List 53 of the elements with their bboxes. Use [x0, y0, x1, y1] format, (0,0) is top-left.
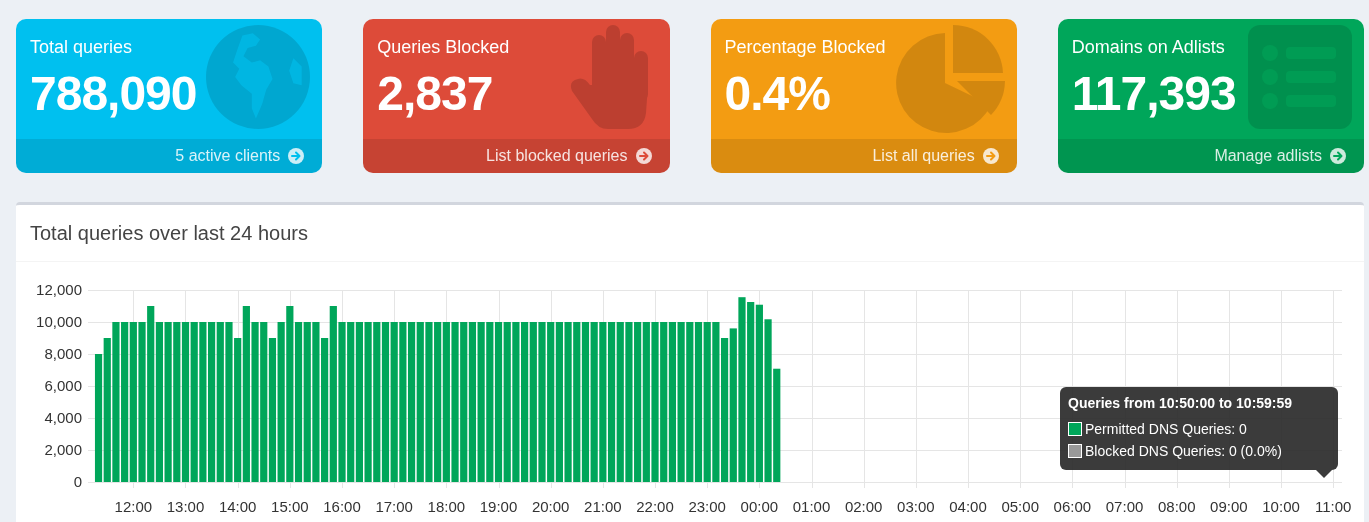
- pie-chart-icon: [894, 25, 1005, 135]
- card-value: 2,837: [377, 66, 493, 122]
- x-axis-label: 23:00: [688, 498, 726, 515]
- x-axis-label: 11:00: [1315, 498, 1352, 515]
- x-axis-label: 22:00: [636, 498, 674, 515]
- x-axis-label: 19:00: [479, 498, 518, 515]
- x-axis-label: 21:00: [584, 498, 622, 515]
- arrow-circle-icon: [288, 148, 305, 164]
- y-axis-label: 10,000: [36, 313, 82, 330]
- x-axis-label: 18:00: [427, 498, 466, 515]
- x-axis-label: 00:00: [740, 498, 779, 515]
- card-footer-link[interactable]: 5 active clients: [16, 139, 323, 173]
- x-axis-label: 13:00: [166, 498, 205, 515]
- card-value: 117,393: [1071, 66, 1236, 122]
- x-axis-label: 10:00: [1262, 498, 1300, 515]
- x-axis-label: 20:00: [531, 498, 570, 515]
- x-axis-label: 08:00: [1157, 498, 1196, 515]
- y-axis-label: 6,000: [44, 377, 82, 394]
- y-axis-label: 4,000: [44, 409, 82, 426]
- x-axis-label: 17:00: [375, 498, 413, 515]
- arrow-circle-icon: [635, 148, 652, 164]
- x-axis-label: 04:00: [949, 498, 987, 515]
- tooltip-label: Permitted DNS Queries: 0: [1085, 420, 1247, 439]
- x-axis-label: 16:00: [323, 498, 361, 515]
- x-axis-label: 01:00: [792, 498, 831, 515]
- y-axis-label: 0: [73, 473, 82, 490]
- card-title: Queries Blocked: [377, 36, 510, 58]
- panel-title: Total queries over last 24 hours: [30, 221, 308, 246]
- card-footer-link[interactable]: List all queries: [710, 139, 1017, 173]
- card-footer-link[interactable]: List blocked queries: [363, 139, 670, 173]
- x-axis-label: 09:00: [1210, 498, 1248, 515]
- x-axis-label: 05:00: [1001, 498, 1039, 515]
- tooltip-title: Queries from 10:50:00 to 10:59:59: [1068, 394, 1294, 412]
- tooltip-label: Blocked DNS Queries: 0 (0.0%): [1085, 442, 1282, 461]
- card-title: Domains on Adlists: [1071, 36, 1225, 58]
- arrow-circle-icon: [982, 148, 999, 164]
- card-title: Total queries: [30, 36, 133, 58]
- globe-icon: [206, 25, 311, 129]
- x-axis-label: 03:00: [897, 498, 935, 515]
- x-axis-label: 06:00: [1053, 498, 1092, 515]
- y-axis-label: 8,000: [44, 345, 82, 362]
- x-axis-label: 02:00: [844, 498, 883, 515]
- x-axis-label: 12:00: [114, 498, 153, 515]
- x-axis-label: 15:00: [271, 498, 309, 515]
- y-axis-label: 2,000: [44, 441, 82, 458]
- arrow-circle-icon: [1330, 148, 1346, 164]
- card-value: 788,090: [30, 66, 197, 122]
- card-title: Percentage Blocked: [724, 36, 886, 58]
- card-value: 0.4%: [724, 66, 830, 122]
- x-axis-label: 14:00: [218, 498, 257, 515]
- x-axis-label: 07:00: [1105, 498, 1144, 515]
- card-footer-link[interactable]: Manage adlists: [1057, 139, 1364, 173]
- y-axis-label: 12,000: [36, 281, 82, 298]
